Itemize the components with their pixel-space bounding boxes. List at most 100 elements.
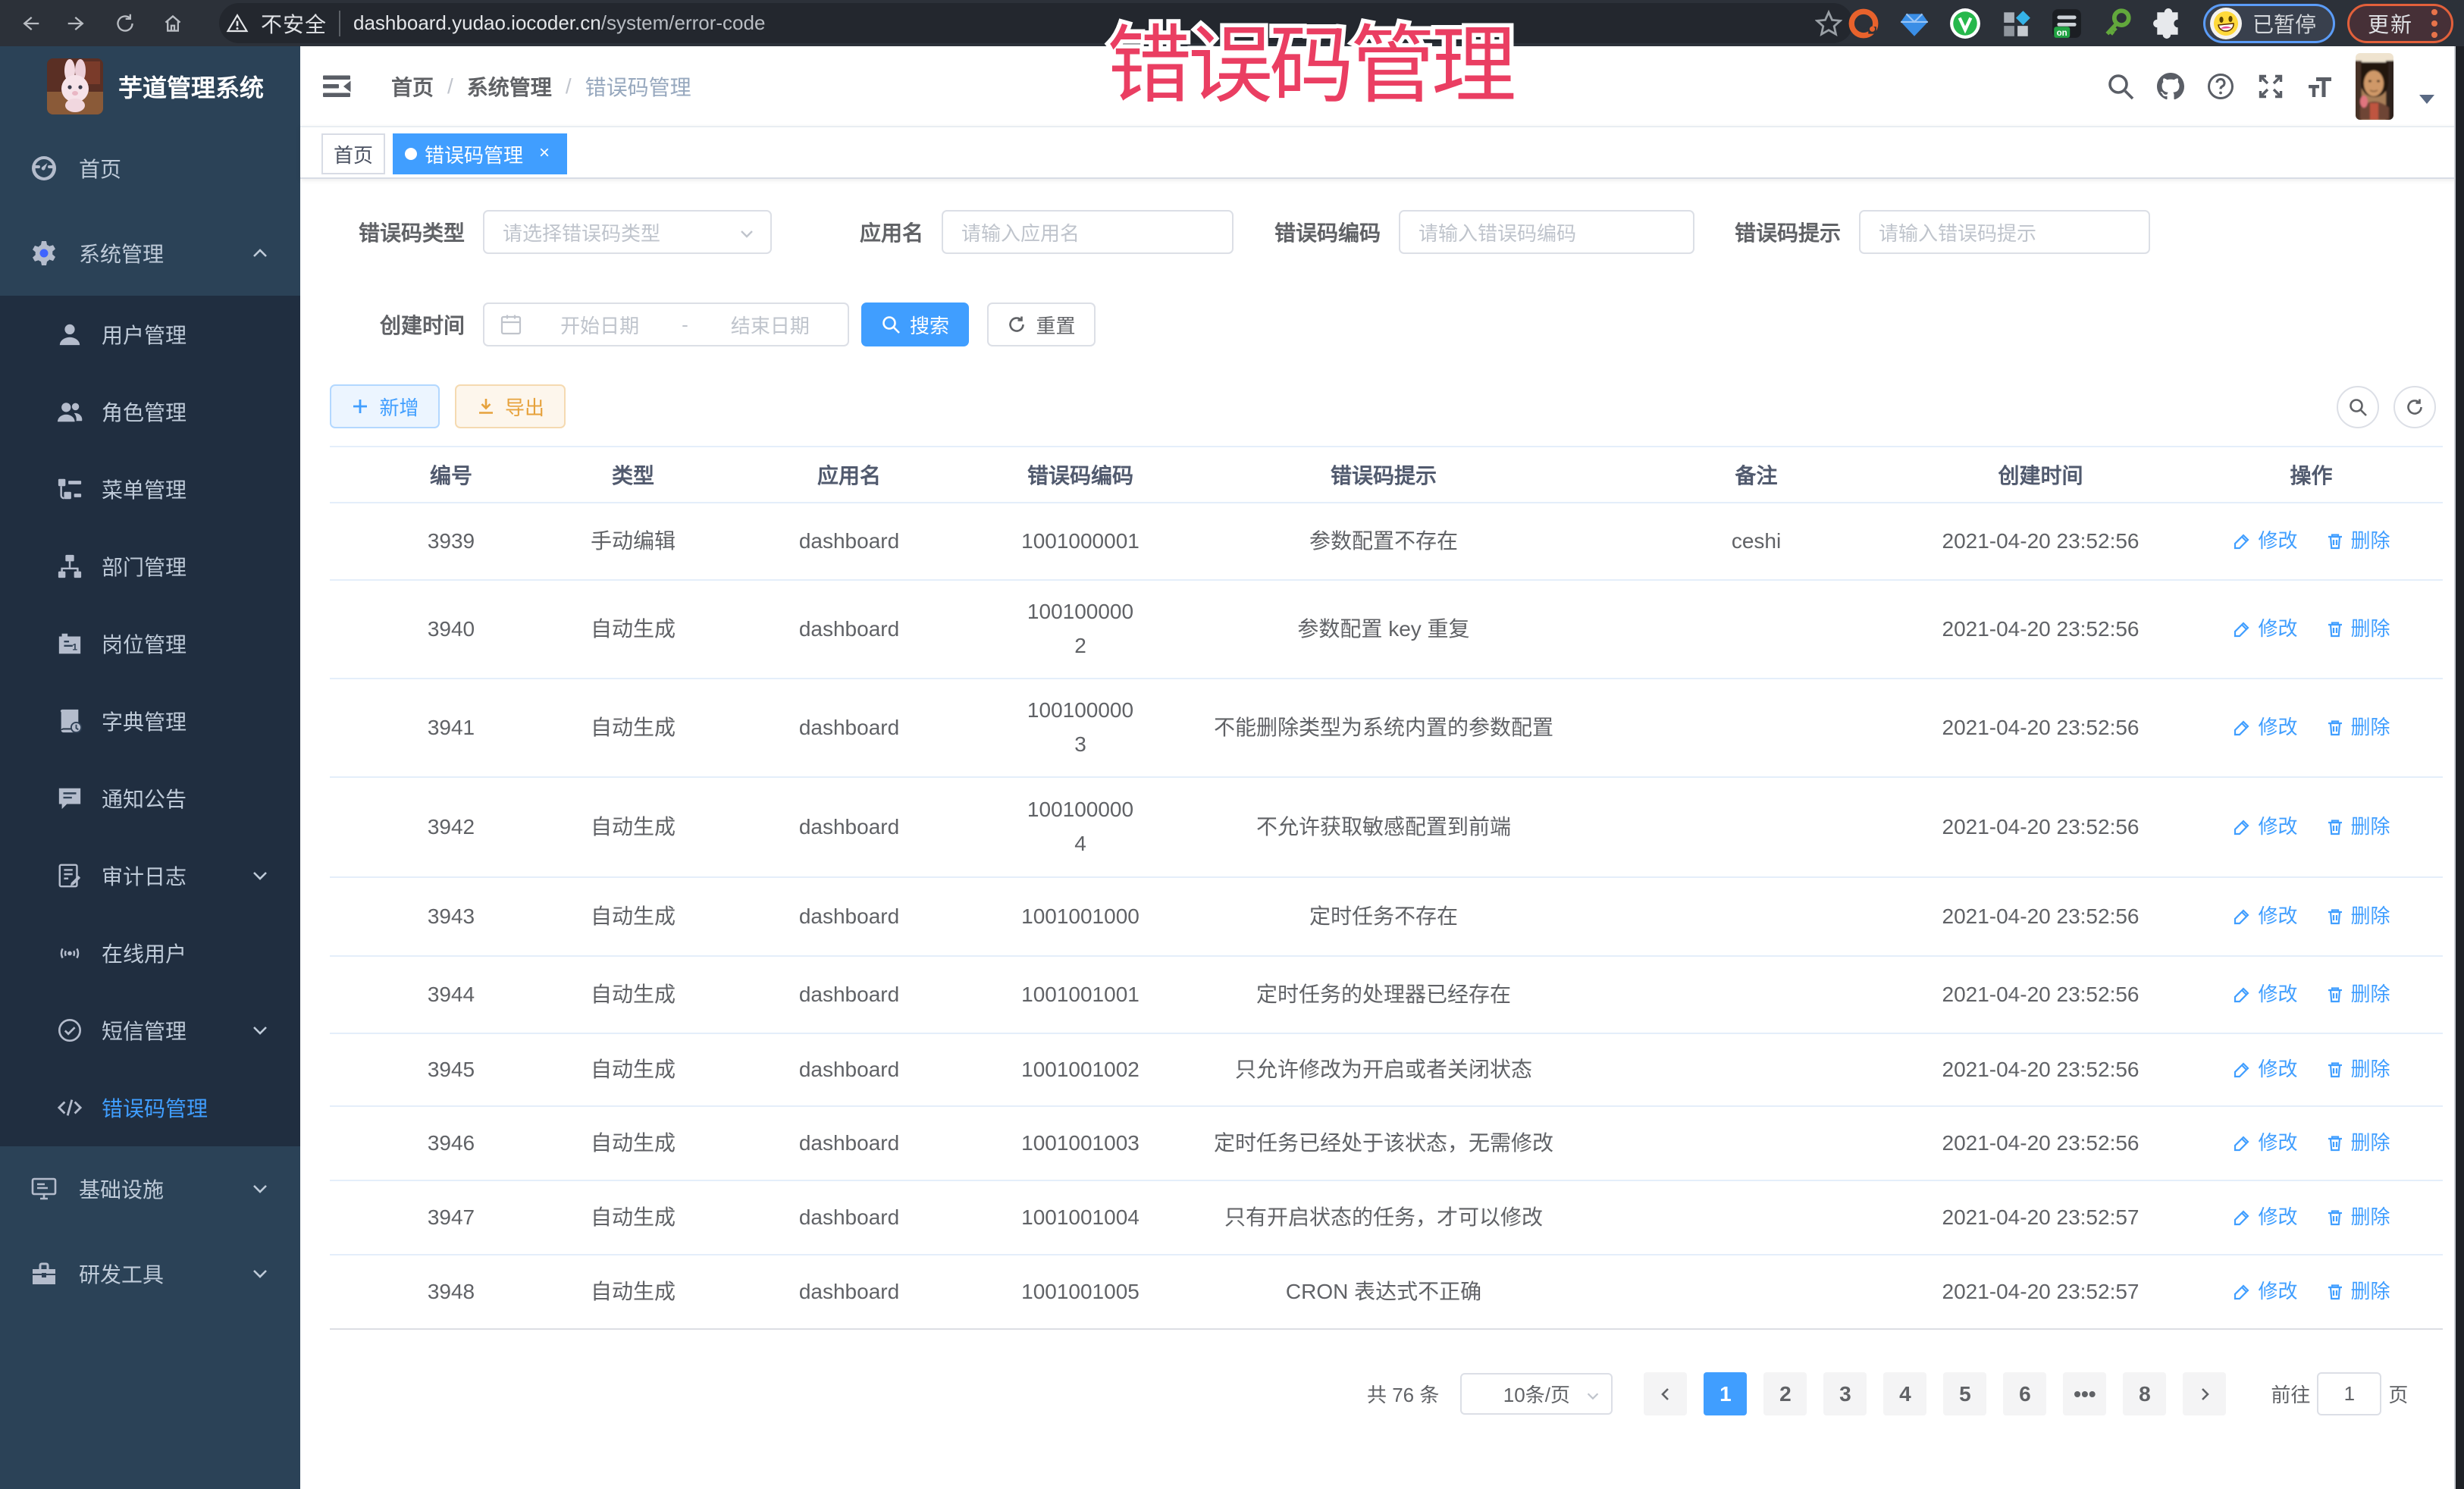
delete-link[interactable]: 删除: [2325, 712, 2390, 744]
page-button-6[interactable]: 6: [2003, 1372, 2046, 1415]
delete-link[interactable]: 删除: [2325, 1202, 2390, 1234]
browser-forward-icon[interactable]: [66, 12, 89, 35]
sidebar-item-post[interactable]: 1岗位管理: [0, 605, 300, 682]
tag-error-code[interactable]: 错误码管理×: [393, 133, 567, 174]
error-tip-input[interactable]: 请输入错误码提示: [1859, 210, 2150, 254]
delete-link[interactable]: 删除: [2325, 525, 2390, 557]
next-page-button[interactable]: [2183, 1372, 2226, 1415]
filter-item: 错误码类型请选择错误码类型: [330, 210, 772, 254]
profile-paused-pill[interactable]: 已暂停: [2203, 4, 2335, 43]
sidebar-item-dashboard[interactable]: 首页: [0, 126, 300, 211]
jump-page-input[interactable]: 1: [2317, 1372, 2381, 1415]
export-button[interactable]: 导出: [455, 384, 566, 428]
browser-menu-icon[interactable]: [2430, 8, 2439, 39]
delete-link[interactable]: 删除: [2325, 1127, 2390, 1159]
page-button-1[interactable]: 1: [1704, 1372, 1747, 1415]
filter-date-label: 创建时间: [330, 309, 483, 340]
delete-link[interactable]: 删除: [2325, 979, 2390, 1011]
tag-close-icon[interactable]: ×: [534, 143, 555, 165]
sidebar-item-peoples[interactable]: 角色管理: [0, 373, 300, 450]
sidebar-item-tree[interactable]: 部门管理: [0, 528, 300, 605]
edit-link[interactable]: 修改: [2232, 1276, 2297, 1308]
app-name-input[interactable]: 请输入应用名: [942, 210, 1234, 254]
edit-link[interactable]: 修改: [2232, 712, 2297, 744]
sidebar-item-log[interactable]: 审计日志: [0, 837, 300, 914]
fullscreen-icon[interactable]: [2256, 71, 2286, 102]
error-code-input[interactable]: 请输入错误码编码: [1399, 210, 1694, 254]
browser-update-button[interactable]: 更新: [2347, 4, 2453, 43]
ext-puzzle-icon[interactable]: [2152, 8, 2184, 39]
hamburger-icon[interactable]: [321, 71, 352, 102]
url-text[interactable]: dashboard.yudao.iocoder.cn/system/error-…: [353, 11, 765, 35]
error-type-select[interactable]: 请选择错误码类型: [483, 210, 772, 254]
date-range-picker[interactable]: 开始日期-结束日期: [483, 303, 849, 346]
font-size-icon[interactable]: [2306, 71, 2336, 102]
sidebar-item-sms[interactable]: 短信管理: [0, 992, 300, 1069]
prev-page-button[interactable]: [1644, 1372, 1687, 1415]
delete-link[interactable]: 删除: [2325, 811, 2390, 843]
header-search-icon[interactable]: [2105, 71, 2136, 102]
sidebar-item-dict[interactable]: 字典管理: [0, 682, 300, 760]
edit-link[interactable]: 修改: [2232, 613, 2297, 645]
sidebar-item-infra[interactable]: 基础设施: [0, 1146, 300, 1231]
reset-button[interactable]: 重置: [987, 303, 1096, 346]
edit-link[interactable]: 修改: [2232, 811, 2297, 843]
annotation-title: 错误码管理 错误码管理: [1107, 19, 1513, 112]
sidebar-item-system[interactable]: 系统管理: [0, 211, 300, 296]
edit-link[interactable]: 修改: [2232, 525, 2297, 557]
browser-reload-icon[interactable]: [114, 12, 136, 35]
menu-item-label: 部门管理: [102, 551, 187, 581]
avatar-caret-icon[interactable]: [2419, 95, 2434, 111]
ext-orange-ring-icon[interactable]: [1848, 8, 1879, 39]
edit-link[interactable]: 修改: [2232, 901, 2297, 933]
page-button-8[interactable]: 8: [2123, 1372, 2166, 1415]
page-button-3[interactable]: 3: [1823, 1372, 1867, 1415]
page-button-4[interactable]: 4: [1883, 1372, 1926, 1415]
page-button-•••[interactable]: •••: [2063, 1372, 2106, 1415]
toggle-search-button[interactable]: [2337, 386, 2379, 428]
ext-grid-icon[interactable]: [2000, 8, 2032, 39]
menu-item-label: 岗位管理: [102, 629, 187, 659]
sidebar-item-code[interactable]: 错误码管理: [0, 1069, 300, 1146]
ext-key-icon[interactable]: [2102, 8, 2133, 39]
edit-link[interactable]: 修改: [2232, 1054, 2297, 1086]
user-avatar[interactable]: [2356, 53, 2393, 120]
ext-green-circle-icon[interactable]: [1949, 8, 1981, 39]
browser-back-icon[interactable]: [18, 12, 41, 35]
bookmark-star-icon[interactable]: [1815, 10, 1842, 37]
screen: 不安全 dashboard.yudao.iocoder.cn/system/er…: [0, 0, 2464, 1489]
search-button[interactable]: 搜索: [861, 303, 969, 346]
delete-link[interactable]: 删除: [2325, 613, 2390, 645]
delete-link[interactable]: 删除: [2325, 1276, 2390, 1308]
refresh-table-button[interactable]: [2393, 386, 2436, 428]
page-button-5[interactable]: 5: [1943, 1372, 1986, 1415]
delete-link[interactable]: 删除: [2325, 1054, 2390, 1086]
page-size-select[interactable]: 10条/页: [1460, 1373, 1613, 1415]
tag-home[interactable]: 首页: [321, 133, 385, 174]
delete-link[interactable]: 删除: [2325, 901, 2390, 933]
browser-scrollbar[interactable]: [2454, 46, 2464, 1489]
edit-link[interactable]: 修改: [2232, 979, 2297, 1011]
ext-gem-icon[interactable]: [1898, 8, 1930, 39]
ext-tampermonkey-icon[interactable]: on: [2051, 8, 2083, 39]
security-label[interactable]: 不安全: [261, 8, 327, 39]
app-logo[interactable]: 芋道管理系统: [0, 46, 300, 126]
edit-link[interactable]: 修改: [2232, 1202, 2297, 1234]
sidebar-item-message[interactable]: 通知公告: [0, 760, 300, 837]
sidebar-item-tree-table[interactable]: 菜单管理: [0, 450, 300, 528]
sidebar-item-online[interactable]: 在线用户: [0, 914, 300, 992]
breadcrumb-system[interactable]: 系统管理: [467, 71, 552, 102]
help-icon[interactable]: [2205, 71, 2236, 102]
cell-operations: 修改删除: [2180, 811, 2443, 843]
sidebar-item-user[interactable]: 用户管理: [0, 296, 300, 373]
add-button[interactable]: 新增: [330, 384, 440, 428]
github-icon[interactable]: [2155, 71, 2186, 102]
sidebar-item-tool[interactable]: 研发工具: [0, 1231, 300, 1316]
menu-item-label: 短信管理: [102, 1015, 187, 1045]
address-bar[interactable]: 不安全 dashboard.yudao.iocoder.cn/system/er…: [219, 3, 1853, 43]
page-button-2[interactable]: 2: [1763, 1372, 1807, 1415]
breadcrumb-home[interactable]: 首页: [391, 71, 434, 102]
browser-home-icon[interactable]: [161, 12, 184, 35]
security-warning-icon[interactable]: [226, 12, 249, 35]
edit-link[interactable]: 修改: [2232, 1127, 2297, 1159]
